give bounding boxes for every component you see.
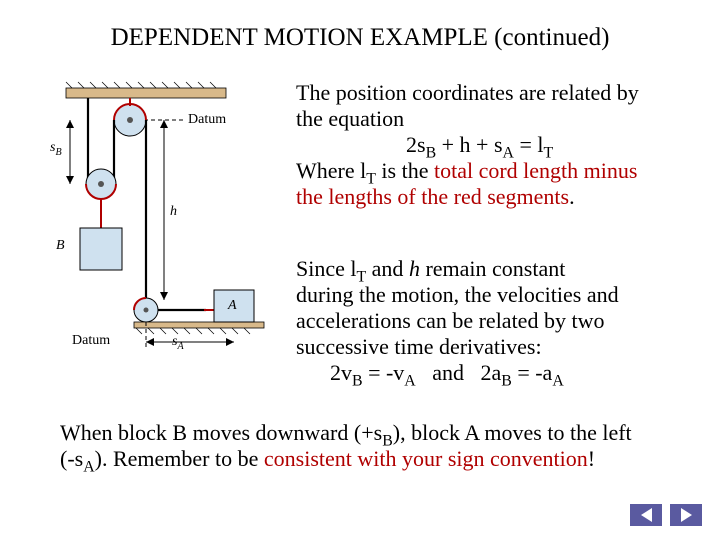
p3-line2: (-sA). Remember to be consistent with yo… <box>60 446 595 471</box>
prev-button[interactable] <box>630 504 662 526</box>
label-sB: sB <box>50 140 62 156</box>
diagram-svg <box>56 78 280 358</box>
label-datum-top: Datum <box>188 112 226 128</box>
paragraph-2: Since lT and h remain constant during th… <box>296 256 666 386</box>
p1-equation: 2sB + h + sA = lT <box>296 132 553 157</box>
p2-line3: accelerations can be related by two <box>296 308 604 333</box>
p1-line3: Where lT is the total cord length minus <box>296 158 637 183</box>
paragraph-3: When block B moves downward (+sB), block… <box>60 420 670 472</box>
nav-controls <box>630 504 702 526</box>
pulley-diagram: Datum Datum sB sA h B A <box>56 78 280 358</box>
paragraph-1: The position coordinates are related by … <box>296 80 672 210</box>
slide-title: DEPENDENT MOTION EXAMPLE (continued) <box>0 24 720 52</box>
label-block-B: B <box>56 238 65 254</box>
p1-line1: The position coordinates are related by <box>296 80 639 105</box>
p1-line4: the lengths of the red segments. <box>296 184 575 209</box>
p2-line4: successive time derivatives: <box>296 334 542 359</box>
chevron-left-icon <box>641 508 652 522</box>
next-button[interactable] <box>670 504 702 526</box>
label-sA: sA <box>172 334 184 350</box>
label-h: h <box>170 204 177 220</box>
chevron-right-icon <box>681 508 692 522</box>
p1-line2: the equation <box>296 106 404 131</box>
slide: DEPENDENT MOTION EXAMPLE (continued) <box>0 0 720 540</box>
p2-line2: during the motion, the velocities and <box>296 282 619 307</box>
p2-line1: Since lT and h remain constant <box>296 256 565 281</box>
label-block-A: A <box>228 298 237 314</box>
label-datum-bottom: Datum <box>72 333 110 349</box>
p2-equations: 2vB = -vA and 2aB = -aA <box>296 360 564 385</box>
p3-line1: When block B moves downward (+sB), block… <box>60 420 632 445</box>
